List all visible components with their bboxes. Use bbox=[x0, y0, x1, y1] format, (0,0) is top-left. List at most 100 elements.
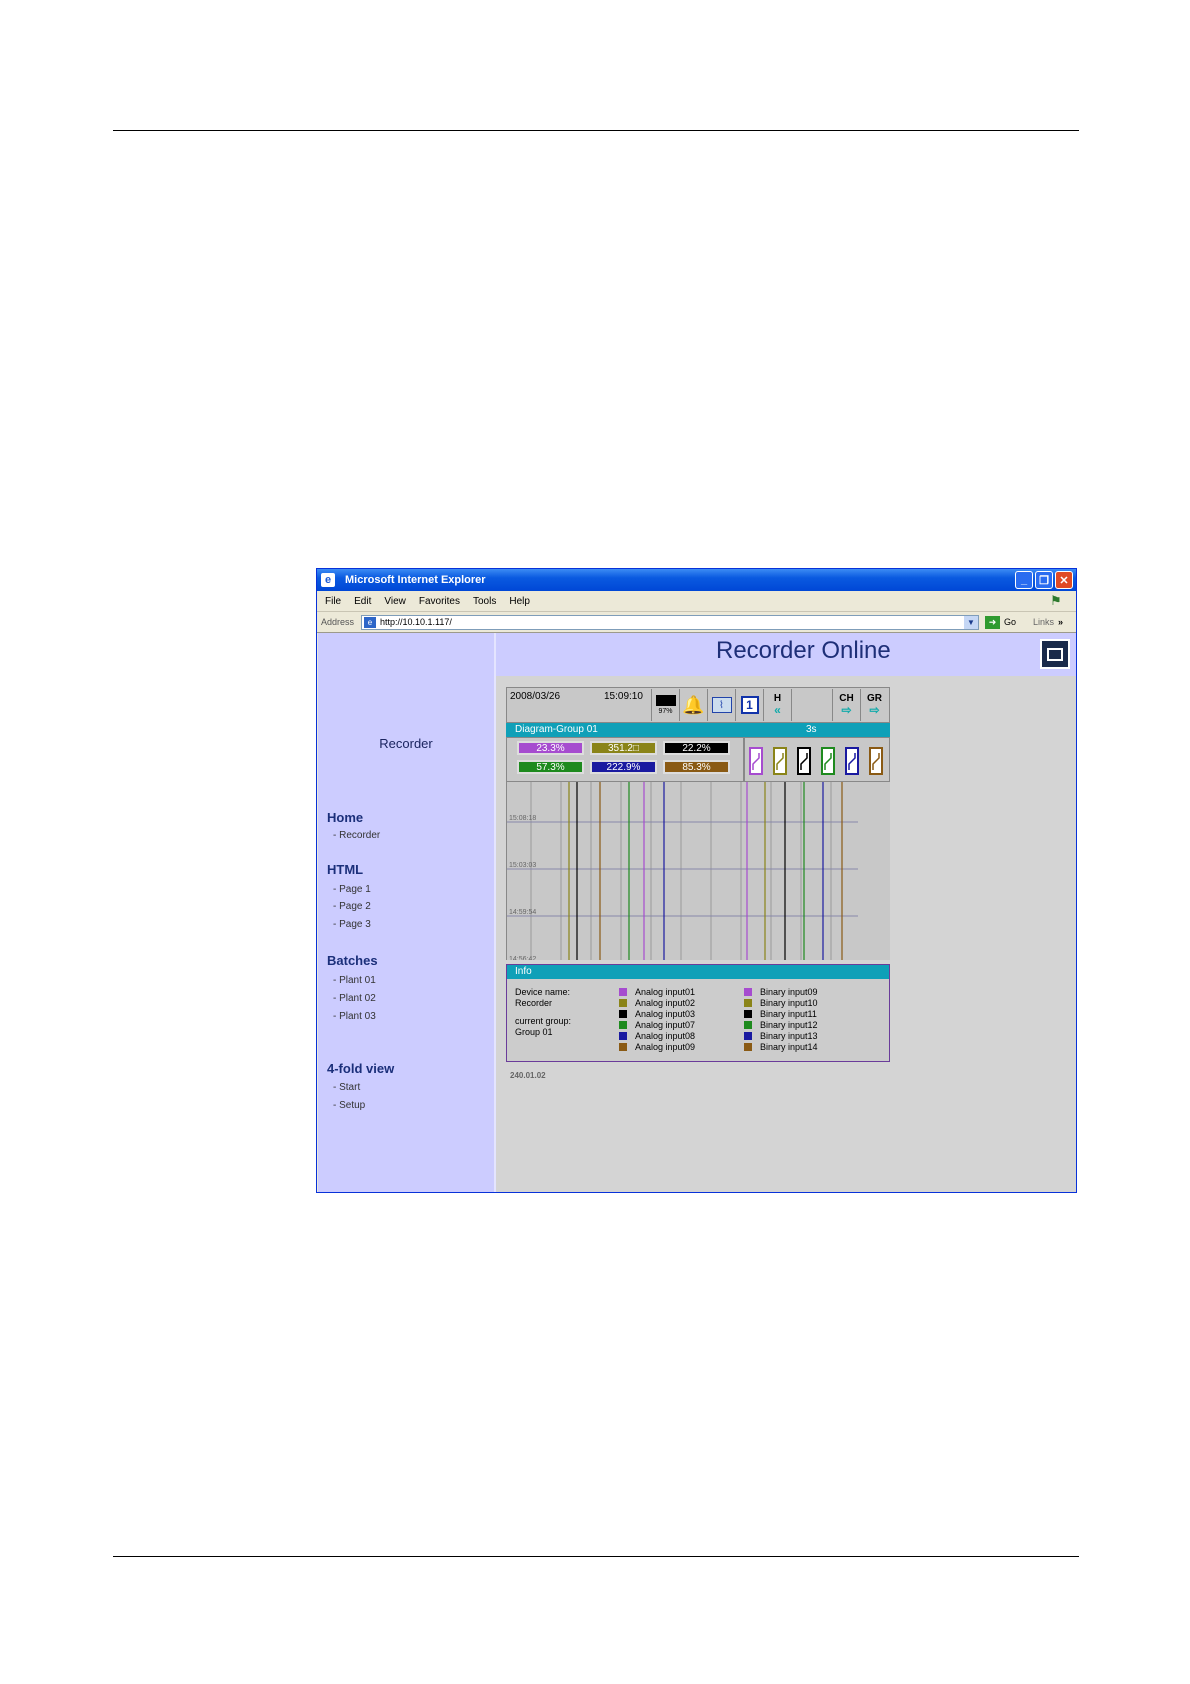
ie-logo-icon: e bbox=[321, 573, 335, 587]
trend-chart-svg: 15:08:18 15:03:03 14:59:54 14:56:42 bbox=[507, 782, 859, 960]
current-group-label: current group: bbox=[515, 1016, 572, 1026]
chart-scale bbox=[858, 782, 890, 960]
arrow-right-icon: ⇨ bbox=[869, 703, 880, 717]
menu-file[interactable]: File bbox=[325, 596, 341, 607]
legend-label: Analog input01 bbox=[635, 987, 696, 997]
address-label: Address bbox=[321, 617, 355, 627]
info-panel: Info Device name: Recorder current group… bbox=[506, 964, 890, 1062]
info-heading: Info bbox=[507, 965, 889, 979]
nav-heading-html[interactable]: HTML bbox=[327, 862, 363, 877]
diagram-button[interactable]: ⌇ bbox=[707, 689, 735, 721]
fullscreen-icon[interactable] bbox=[1040, 639, 1070, 669]
channel-button[interactable]: CH ⇨ bbox=[832, 689, 860, 721]
value-analog-2: 351.2□ bbox=[590, 741, 657, 755]
sidebar: Recorder Home - Recorder HTML - Page 1 -… bbox=[318, 633, 496, 1192]
nav-item-plant-03[interactable]: - Plant 03 bbox=[333, 1011, 376, 1022]
legend-item: Analog input03 bbox=[619, 1009, 695, 1019]
chevron-down-icon[interactable]: ▼ bbox=[964, 615, 978, 629]
page-top-rule bbox=[113, 130, 1079, 131]
time-label: 14:59:54 bbox=[509, 909, 536, 916]
page-one-button[interactable]: 1 bbox=[735, 689, 763, 721]
empty-button[interactable] bbox=[791, 689, 819, 721]
legend-item: Analog input02 bbox=[619, 998, 695, 1008]
diagram-icon: ⌇ bbox=[711, 697, 732, 713]
arrow-right-icon: ⇨ bbox=[841, 703, 852, 717]
device-name: Recorder bbox=[515, 998, 553, 1008]
nav-item-plant-02[interactable]: - Plant 02 bbox=[333, 993, 376, 1004]
value-analog-7: 57.3% bbox=[517, 760, 584, 774]
group-button[interactable]: GR ⇨ bbox=[860, 689, 888, 721]
alarm-button[interactable]: 🔔 bbox=[679, 689, 707, 721]
legend-label: Binary input10 bbox=[760, 998, 818, 1008]
group-name: Diagram-Group 01 bbox=[515, 724, 598, 735]
nav-heading-batches[interactable]: Batches bbox=[327, 953, 378, 968]
nav-item-page-3[interactable]: - Page 3 bbox=[333, 919, 371, 930]
legend-item: Analog input01 bbox=[619, 987, 695, 997]
nav-item-start[interactable]: - Start bbox=[333, 1082, 360, 1093]
recorder-toolbar: 2008/03/26 15:09:10 97% 🔔 ⌇ 1 H « CH ⇨ G… bbox=[506, 687, 890, 723]
menu-tools[interactable]: Tools bbox=[473, 596, 496, 607]
browser-window: e Microsoft Internet Explorer _ ❐ ✕ File… bbox=[316, 568, 1077, 1193]
history-button[interactable]: H « bbox=[763, 689, 791, 721]
legend-swatch bbox=[744, 1043, 752, 1051]
legend-label: Analog input02 bbox=[635, 998, 696, 1008]
legend-label: Binary input14 bbox=[760, 1042, 818, 1052]
memory-button[interactable]: 97% bbox=[651, 689, 679, 721]
time-label: 14:56:42 bbox=[509, 956, 536, 960]
nav-item-page-2[interactable]: - Page 2 bbox=[333, 901, 371, 912]
page-content: Recorder Home - Recorder HTML - Page 1 -… bbox=[317, 633, 1076, 1192]
close-button[interactable]: ✕ bbox=[1055, 571, 1073, 589]
legend-label: Analog input08 bbox=[635, 1031, 696, 1041]
go-label: Go bbox=[1004, 617, 1017, 627]
nav-heading-home[interactable]: Home bbox=[327, 810, 363, 825]
current-group: Group 01 bbox=[515, 1027, 553, 1037]
recorder-time: 15:09:10 bbox=[604, 691, 643, 702]
address-bar: Address e http://10.10.1.117/ ▼ ➜ Go Lin… bbox=[317, 612, 1076, 633]
legend-label: Analog input09 bbox=[635, 1042, 696, 1052]
legend-swatch bbox=[619, 999, 627, 1007]
legend-label: Binary input12 bbox=[760, 1020, 818, 1030]
links-button[interactable]: Links bbox=[1033, 617, 1054, 627]
value-analog-8: 222.9% bbox=[590, 760, 657, 774]
sidebar-title: Recorder bbox=[379, 736, 433, 751]
menu-help[interactable]: Help bbox=[509, 596, 530, 607]
go-button[interactable]: ➜ Go bbox=[985, 615, 1017, 629]
menu-view[interactable]: View bbox=[384, 596, 406, 607]
legend-item: Analog input07 bbox=[619, 1020, 695, 1030]
minimize-button[interactable]: _ bbox=[1015, 571, 1033, 589]
legend-item: Analog input09 bbox=[619, 1042, 695, 1052]
value-analog-1: 23.3% bbox=[517, 741, 584, 755]
nav-heading-4-fold-view[interactable]: 4-fold view bbox=[327, 1061, 394, 1076]
chevron-right-icon[interactable]: » bbox=[1058, 617, 1063, 627]
group-interval: 3s bbox=[806, 724, 817, 735]
legend-swatch bbox=[619, 1010, 627, 1018]
trend-chart: 15:08:18 15:03:03 14:59:54 14:56:42 bbox=[506, 782, 859, 960]
nav-item-page-1[interactable]: - Page 1 bbox=[333, 884, 371, 895]
legend-item: Binary input09 bbox=[744, 987, 818, 997]
legend-swatch bbox=[744, 1010, 752, 1018]
binary-indicators bbox=[743, 738, 891, 781]
legend-item: Binary input11 bbox=[744, 1009, 817, 1019]
nav-item-plant-01[interactable]: - Plant 01 bbox=[333, 975, 376, 986]
menu-favorites[interactable]: Favorites bbox=[419, 596, 460, 607]
value-analog-3: 22.2% bbox=[663, 741, 730, 755]
rewind-icon: « bbox=[774, 703, 781, 717]
legend-item: Binary input14 bbox=[744, 1042, 818, 1052]
page-bottom-rule bbox=[113, 1556, 1079, 1557]
recorder-date: 2008/03/26 bbox=[510, 691, 561, 702]
binary-indicator bbox=[869, 747, 883, 775]
values-panel: 23.3% 351.2□ 22.2% 57.3% 222.9% 85.3% bbox=[506, 737, 890, 782]
value-analog-9: 85.3% bbox=[663, 760, 730, 774]
memory-card-icon bbox=[655, 695, 676, 706]
nav-item-setup[interactable]: - Setup bbox=[333, 1100, 365, 1111]
nav-item-recorder[interactable]: - Recorder bbox=[333, 830, 380, 841]
legend-swatch bbox=[744, 988, 752, 996]
restore-button[interactable]: ❐ bbox=[1035, 571, 1053, 589]
legend-label: Analog input07 bbox=[635, 1020, 696, 1030]
legend-swatch bbox=[619, 988, 627, 996]
menu-edit[interactable]: Edit bbox=[354, 596, 371, 607]
address-input[interactable]: e http://10.10.1.117/ ▼ bbox=[361, 614, 979, 630]
legend-label: Binary input09 bbox=[760, 987, 818, 997]
time-label: 15:08:18 bbox=[509, 815, 536, 822]
legend-label: Binary input13 bbox=[760, 1031, 818, 1041]
